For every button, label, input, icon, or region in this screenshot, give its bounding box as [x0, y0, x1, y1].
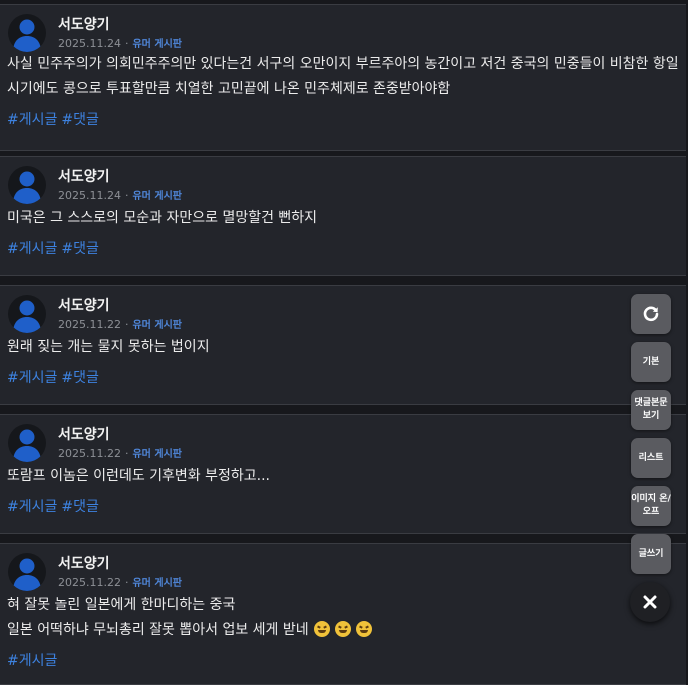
post-card[interactable]: 서도양기 2025.11.24 · 유머 게시판 미국은 그 스스로의 모순과 자만으로…: [0, 156, 686, 276]
basic-view-label: 기본: [642, 356, 660, 367]
post-meta: 2025.11.22 · 유머 게시판: [58, 316, 182, 331]
tag-link[interactable]: #게시글: [7, 112, 57, 128]
post-date: 2025.11.22: [58, 447, 121, 460]
image-toggle-label: 이미지 온/ 오프: [631, 494, 671, 517]
tag-link[interactable]: #댓글: [61, 370, 99, 386]
post-card[interactable]: 서도양기 2025.11.22 · 유머 게시판 혀 잘못 놀린 일본에게 한마디하는 …: [0, 543, 686, 685]
tag-link[interactable]: #게시글: [7, 241, 57, 257]
post-text: 원래 짖는 개는 물지 못하는 법이지: [7, 339, 210, 355]
post-meta: 2025.11.24 · 유머 게시판: [58, 35, 182, 50]
post-text-line: 또람프 이놈은 이런데도 기후변화 부정하고...: [7, 464, 680, 489]
author-name[interactable]: 서도양기: [58, 553, 110, 573]
post-text: 사실 민주주의가 의회민주주의만 있다는건 서구의 오만이지 부르주아의 농간이…: [7, 56, 679, 97]
post-card[interactable]: 서도양기 2025.11.22 · 유머 게시판 또람프 이놈은 이런데도 기후변화 부…: [0, 414, 686, 534]
board-link[interactable]: 유머 게시판: [132, 39, 181, 50]
list-view-button[interactable]: 리스트: [631, 438, 671, 478]
board-link[interactable]: 유머 게시판: [132, 320, 181, 331]
tag-link[interactable]: #게시글: [7, 499, 57, 515]
post-meta: 2025.11.22 · 유머 게시판: [58, 574, 182, 589]
grinning-squint-icon: [334, 621, 351, 637]
basic-view-button[interactable]: 기본: [631, 342, 671, 382]
refresh-button[interactable]: [631, 294, 671, 334]
tag-link[interactable]: #댓글: [61, 241, 99, 257]
post-body[interactable]: 또람프 이놈은 이런데도 기후변화 부정하고...: [7, 464, 680, 489]
post-card[interactable]: 서도양기 2025.11.22 · 유머 게시판 원래 짖는 개는 물지 못하는 법이지…: [0, 285, 686, 405]
post-body[interactable]: 원래 짖는 개는 물지 못하는 법이지: [7, 335, 680, 360]
board-link[interactable]: 유머 게시판: [132, 449, 181, 460]
user-avatar-icon: [13, 558, 41, 591]
comment-body-view-label: 댓글본문 보기: [634, 398, 668, 421]
list-view-label: 리스트: [638, 452, 664, 463]
post-text: 일본 어떡하냐 무뇌총리 잘못 뽑아서 업보 세게 받네: [7, 622, 309, 638]
post-date: 2025.11.22: [58, 318, 121, 331]
author-name[interactable]: 서도양기: [58, 295, 110, 315]
post-text-line: 혀 잘못 놀린 일본에게 한마디하는 중국: [7, 593, 680, 618]
post-text-line: 사실 민주주의가 의회민주주의만 있다는건 서구의 오만이지 부르주아의 농간이…: [7, 52, 680, 102]
comment-body-view-button[interactable]: 댓글본문 보기: [631, 390, 671, 430]
author-name[interactable]: 서도양기: [58, 424, 110, 444]
close-icon: [643, 595, 657, 609]
image-toggle-button[interactable]: 이미지 온/ 오프: [631, 486, 671, 526]
user-avatar-icon: [13, 429, 41, 462]
meta-separator: ·: [124, 37, 129, 50]
close-menu-button[interactable]: [630, 582, 670, 622]
post-card[interactable]: 서도양기 2025.11.24 · 유머 게시판 사실 민주주의가 의회민주주의만 있다…: [0, 4, 686, 151]
post-tags: #게시글 #댓글: [7, 238, 103, 258]
post-date: 2025.11.22: [58, 576, 121, 589]
post-text-line: 원래 짖는 개는 물지 못하는 법이지: [7, 335, 680, 360]
post-text: 미국은 그 스스로의 모순과 자만으로 멸망할건 뻔하지: [7, 210, 318, 226]
post-body[interactable]: 혀 잘못 놀린 일본에게 한마디하는 중국일본 어떡하냐 무뇌총리 잘못 뽑아서…: [7, 593, 680, 643]
author-name[interactable]: 서도양기: [58, 14, 110, 34]
post-meta: 2025.11.24 · 유머 게시판: [58, 187, 182, 202]
post-text: 또람프 이놈은 이런데도 기후변화 부정하고...: [7, 468, 270, 484]
avatar[interactable]: [8, 14, 46, 52]
tag-link[interactable]: #게시글: [7, 370, 57, 386]
post-text-line: 미국은 그 스스로의 모순과 자만으로 멸망할건 뻔하지: [7, 206, 680, 231]
meta-separator: ·: [124, 576, 129, 589]
avatar[interactable]: [8, 553, 46, 591]
user-avatar-icon: [13, 171, 41, 204]
post-tags: #게시글 #댓글: [7, 367, 103, 387]
write-button[interactable]: 글쓰기: [631, 534, 671, 574]
meta-separator: ·: [124, 318, 129, 331]
author-name[interactable]: 서도양기: [58, 166, 110, 186]
post-tags: #게시글: [7, 650, 61, 670]
tag-link[interactable]: #댓글: [61, 499, 99, 515]
avatar[interactable]: [8, 166, 46, 204]
avatar[interactable]: [8, 424, 46, 462]
meta-separator: ·: [124, 189, 129, 202]
post-body[interactable]: 사실 민주주의가 의회민주주의만 있다는건 서구의 오만이지 부르주아의 농간이…: [7, 52, 680, 102]
board-link[interactable]: 유머 게시판: [132, 578, 181, 589]
post-meta: 2025.11.22 · 유머 게시판: [58, 445, 182, 460]
grinning-squint-icon: [355, 621, 372, 637]
post-text-line: 일본 어떡하냐 무뇌총리 잘못 뽑아서 업보 세게 받네: [7, 618, 680, 643]
refresh-icon: [643, 306, 659, 322]
post-date: 2025.11.24: [58, 189, 121, 202]
grinning-squint-icon: [313, 621, 330, 637]
post-date: 2025.11.24: [58, 37, 121, 50]
user-avatar-icon: [13, 19, 41, 52]
post-body[interactable]: 미국은 그 스스로의 모순과 자만으로 멸망할건 뻔하지: [7, 206, 680, 231]
post-text: 혀 잘못 놀린 일본에게 한마디하는 중국: [7, 597, 236, 613]
tag-link[interactable]: #댓글: [61, 112, 99, 128]
post-tags: #게시글 #댓글: [7, 109, 103, 129]
user-avatar-icon: [13, 300, 41, 333]
tag-link[interactable]: #게시글: [7, 653, 57, 669]
post-tags: #게시글 #댓글: [7, 496, 103, 516]
board-link[interactable]: 유머 게시판: [132, 191, 181, 202]
avatar[interactable]: [8, 295, 46, 333]
write-label: 글쓰기: [638, 548, 664, 559]
meta-separator: ·: [124, 447, 129, 460]
